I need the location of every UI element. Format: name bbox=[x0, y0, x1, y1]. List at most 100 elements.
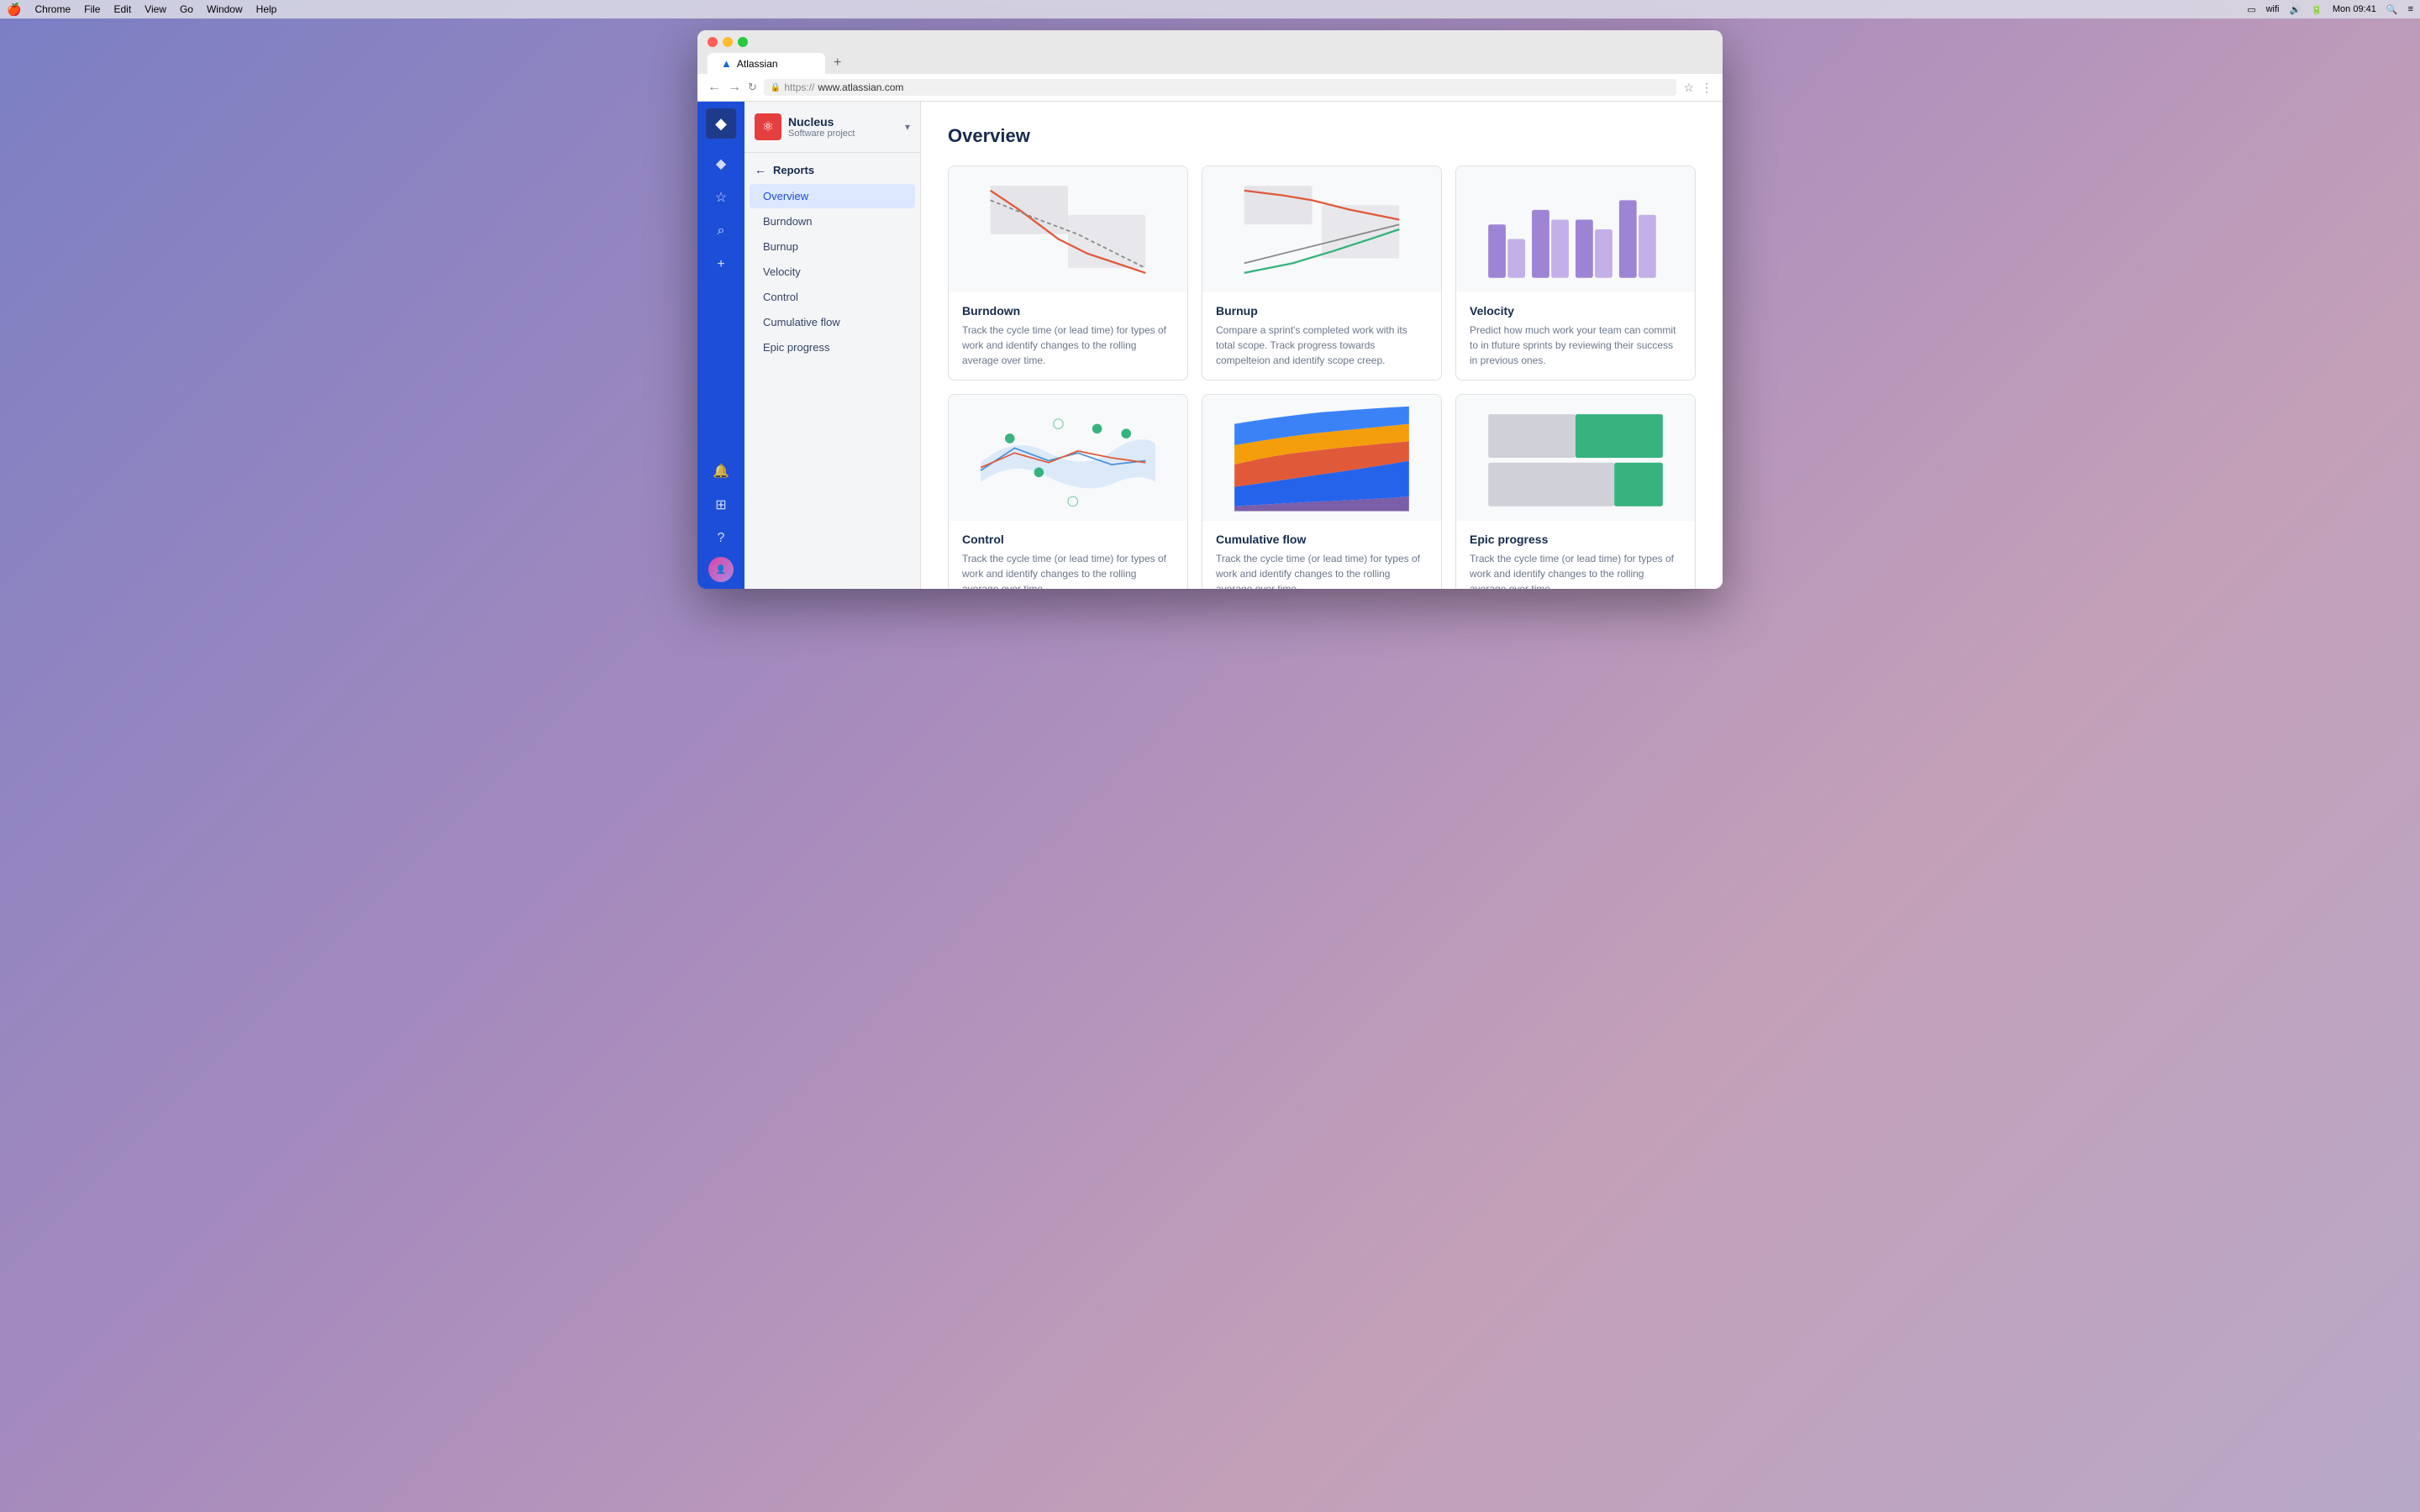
sidebar-item-velocity[interactable]: Velocity bbox=[750, 260, 915, 284]
burndown-thumbnail bbox=[949, 166, 1187, 292]
menu-chrome[interactable]: Chrome bbox=[34, 3, 71, 15]
nav-starred-button[interactable]: ☆ bbox=[706, 182, 736, 213]
velocity-card[interactable]: Velocity Predict how much work your team… bbox=[1455, 165, 1696, 381]
burnup-thumbnail bbox=[1202, 166, 1441, 292]
app-container: ◆ ◆ ☆ ⌕ + 🔔 ⊞ ? 👤 ⚛ Nucleus Software pro… bbox=[697, 102, 1723, 589]
nav-bottom: 🔔 ⊞ ? 👤 bbox=[706, 456, 736, 582]
nav-home-button[interactable]: ◆ bbox=[706, 149, 736, 179]
menubar-right: ▭ wifi 🔊 🔋 Mon 09:41 🔍 ≡ bbox=[2247, 4, 2413, 15]
menubar-left: 🍎 Chrome File Edit View Go Window Help bbox=[7, 3, 276, 17]
cumulative-thumbnail bbox=[1202, 395, 1441, 521]
menu-battery: 🔋 bbox=[2311, 4, 2323, 15]
burndown-card[interactable]: Burndown Track the cycle time (or lead t… bbox=[948, 165, 1188, 381]
close-button[interactable] bbox=[708, 37, 718, 47]
reports-grid: Burndown Track the cycle time (or lead t… bbox=[948, 165, 1696, 589]
control-title: Control bbox=[962, 533, 1174, 546]
cumulative-flow-card[interactable]: Cumulative flow Track the cycle time (or… bbox=[1202, 394, 1442, 589]
back-arrow-icon: ← bbox=[755, 163, 766, 176]
velocity-body: Velocity Predict how much work your team… bbox=[1456, 292, 1695, 380]
sidebar-nav-list: Overview Burndown Burnup Velocity Contro… bbox=[744, 184, 920, 360]
velocity-title: Velocity bbox=[1470, 304, 1681, 318]
project-type: Software project bbox=[788, 129, 905, 139]
cumulative-desc: Track the cycle time (or lead time) for … bbox=[1216, 551, 1428, 589]
project-name: Nucleus bbox=[788, 115, 905, 129]
sidebar-item-overview[interactable]: Overview bbox=[750, 184, 915, 208]
url-domain: www.atlassian.com bbox=[818, 81, 903, 93]
minimize-button[interactable] bbox=[723, 37, 733, 47]
menu-window[interactable]: Window bbox=[207, 3, 243, 15]
security-lock-icon: 🔒 bbox=[771, 83, 781, 92]
browser-tab-atlassian[interactable]: ▲ Atlassian bbox=[708, 53, 825, 74]
burnup-body: Burnup Compare a sprint's completed work… bbox=[1202, 292, 1441, 380]
epic-chart bbox=[1456, 395, 1695, 521]
menu-help[interactable]: Help bbox=[256, 3, 277, 15]
menu-wifi: wifi bbox=[2266, 4, 2280, 14]
browser-chrome: ▲ Atlassian + bbox=[697, 30, 1723, 74]
nav-notifications-button[interactable]: 🔔 bbox=[706, 456, 736, 486]
more-button[interactable]: ⋮ bbox=[1701, 81, 1712, 95]
browser-window: ▲ Atlassian + ← → ↻ 🔒 https:// www.atlas… bbox=[697, 30, 1723, 589]
url-field[interactable]: 🔒 https:// www.atlassian.com bbox=[764, 79, 1677, 96]
refresh-button[interactable]: ↻ bbox=[748, 81, 757, 94]
menu-file[interactable]: File bbox=[84, 3, 100, 15]
page-title: Overview bbox=[948, 125, 1696, 147]
menubar: 🍎 Chrome File Edit View Go Window Help ▭… bbox=[0, 0, 2420, 18]
back-button[interactable]: ← bbox=[708, 80, 721, 95]
burnup-chart bbox=[1202, 166, 1441, 292]
control-card[interactable]: Control Track the cycle time (or lead ti… bbox=[948, 394, 1188, 589]
burndown-desc: Track the cycle time (or lead time) for … bbox=[962, 323, 1174, 368]
menu-go[interactable]: Go bbox=[180, 3, 193, 15]
main-content: Overview bbox=[921, 102, 1723, 589]
sidebar-item-cumulative-flow[interactable]: Cumulative flow bbox=[750, 310, 915, 334]
maximize-button[interactable] bbox=[738, 37, 748, 47]
traffic-lights bbox=[708, 37, 1712, 47]
menu-search[interactable]: 🔍 bbox=[2386, 4, 2398, 15]
burnup-title: Burnup bbox=[1216, 304, 1428, 318]
url-protocol: https:// bbox=[784, 81, 814, 93]
tab-label: Atlassian bbox=[737, 58, 778, 70]
menu-time: Mon 09:41 bbox=[2333, 4, 2376, 14]
nav-apps-button[interactable]: ⊞ bbox=[706, 490, 736, 520]
cumulative-body: Cumulative flow Track the cycle time (or… bbox=[1202, 521, 1441, 589]
menu-controls[interactable]: ≡ bbox=[2408, 4, 2413, 14]
sidebar-item-epic-progress[interactable]: Epic progress bbox=[750, 335, 915, 360]
sidebar-item-burndown[interactable]: Burndown bbox=[750, 209, 915, 234]
sidebar-item-control[interactable]: Control bbox=[750, 285, 915, 309]
atlassian-logo: ◆ bbox=[706, 108, 736, 139]
sidebar-section-label: Reports bbox=[773, 164, 814, 176]
burndown-body: Burndown Track the cycle time (or lead t… bbox=[949, 292, 1187, 380]
nav-search-button[interactable]: ⌕ bbox=[706, 216, 736, 246]
control-desc: Track the cycle time (or lead time) for … bbox=[962, 551, 1174, 589]
menu-edit[interactable]: Edit bbox=[113, 3, 131, 15]
menu-view[interactable]: View bbox=[145, 3, 166, 15]
velocity-thumbnail bbox=[1456, 166, 1695, 292]
address-bar: ← → ↻ 🔒 https:// www.atlassian.com ☆ ⋮ bbox=[697, 74, 1723, 102]
burnup-card[interactable]: Burnup Compare a sprint's completed work… bbox=[1202, 165, 1442, 381]
epic-body: Epic progress Track the cycle time (or l… bbox=[1456, 521, 1695, 589]
epic-desc: Track the cycle time (or lead time) for … bbox=[1470, 551, 1681, 589]
sidebar-reports-header[interactable]: ← Reports bbox=[744, 153, 920, 183]
control-body: Control Track the cycle time (or lead ti… bbox=[949, 521, 1187, 589]
nav-sidebar: ◆ ◆ ☆ ⌕ + 🔔 ⊞ ? 👤 bbox=[697, 102, 744, 589]
epic-progress-card[interactable]: Epic progress Track the cycle time (or l… bbox=[1455, 394, 1696, 589]
velocity-chart bbox=[1456, 166, 1695, 292]
project-header[interactable]: ⚛ Nucleus Software project ▾ bbox=[744, 102, 920, 153]
project-icon: ⚛ bbox=[755, 113, 781, 140]
burndown-title: Burndown bbox=[962, 304, 1174, 318]
user-avatar[interactable]: 👤 bbox=[708, 557, 734, 582]
burnup-desc: Compare a sprint's completed work with i… bbox=[1216, 323, 1428, 368]
epic-thumbnail bbox=[1456, 395, 1695, 521]
tab-bar: ▲ Atlassian + bbox=[708, 52, 1712, 74]
apple-menu[interactable]: 🍎 bbox=[7, 3, 21, 17]
epic-title: Epic progress bbox=[1470, 533, 1681, 546]
project-info: Nucleus Software project bbox=[788, 115, 905, 139]
menu-volume: 🔊 bbox=[2289, 4, 2301, 15]
cumulative-title: Cumulative flow bbox=[1216, 533, 1428, 546]
bookmark-button[interactable]: ☆ bbox=[1683, 81, 1694, 95]
forward-button[interactable]: → bbox=[728, 80, 741, 95]
new-tab-button[interactable]: + bbox=[827, 52, 848, 74]
sidebar-item-burnup[interactable]: Burnup bbox=[750, 234, 915, 259]
nav-create-button[interactable]: + bbox=[706, 249, 736, 280]
burndown-chart bbox=[949, 166, 1187, 292]
nav-help-button[interactable]: ? bbox=[706, 523, 736, 554]
